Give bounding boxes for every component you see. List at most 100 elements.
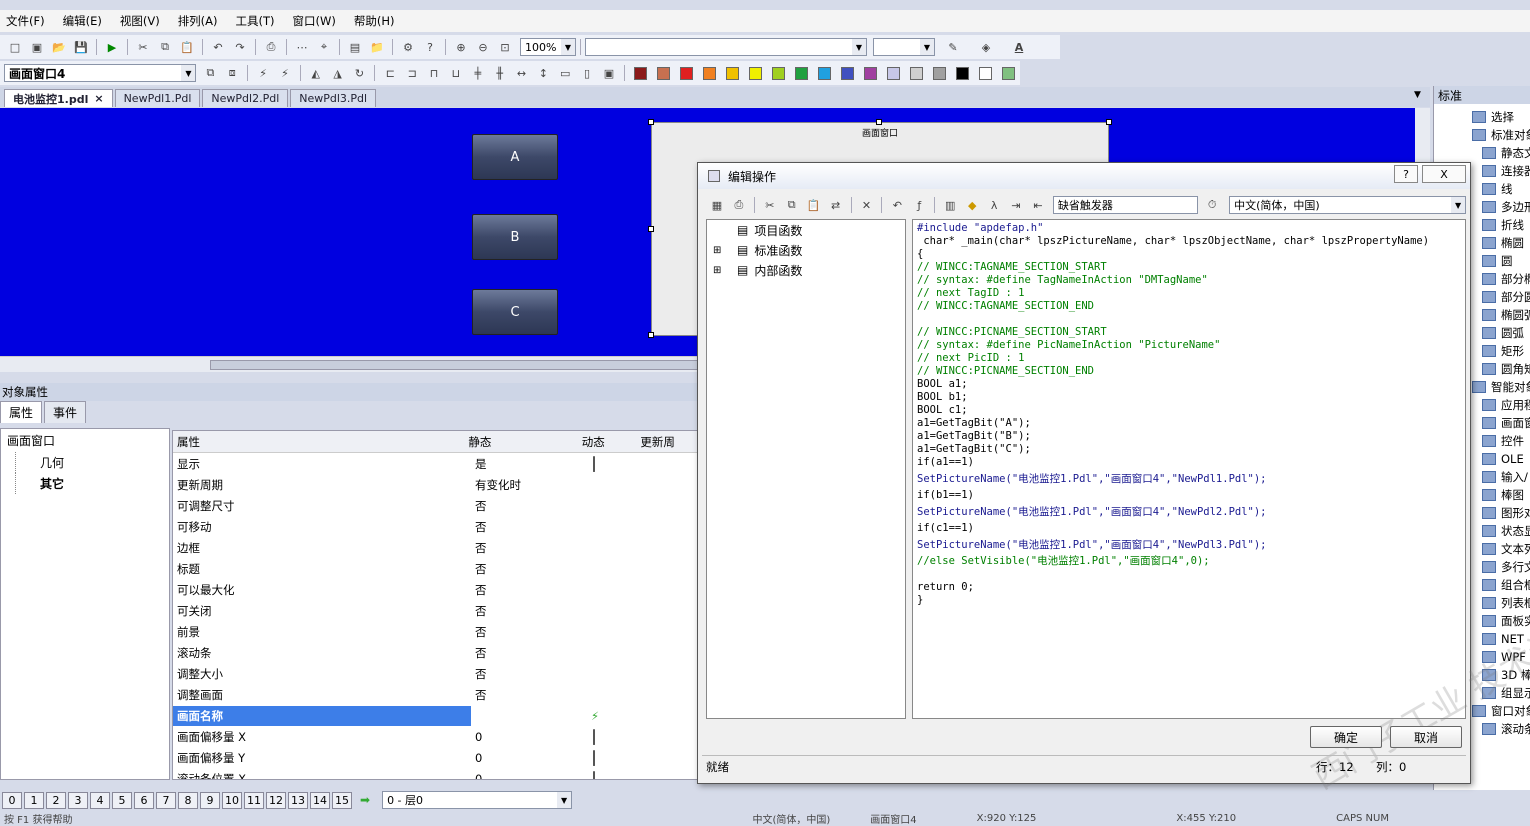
column-header[interactable]: 属性 bbox=[173, 434, 464, 450]
zoom-out-icon[interactable]: ⊖ bbox=[475, 39, 491, 55]
flip-v-icon[interactable]: ◮ bbox=[330, 65, 346, 81]
palette-item[interactable]: 文本列 bbox=[1482, 540, 1530, 558]
clock-icon[interactable]: ⏱ bbox=[1204, 197, 1220, 213]
menu-item[interactable]: 视图(V) bbox=[120, 13, 160, 29]
doc-tab[interactable]: 电池监控1.pdl × bbox=[4, 89, 113, 107]
grid-icon[interactable]: ⋯ bbox=[294, 39, 310, 55]
undo-icon[interactable]: ↶ bbox=[210, 39, 226, 55]
color-swatch[interactable] bbox=[748, 66, 762, 80]
group-icon[interactable]: ⧉ bbox=[202, 65, 218, 81]
rotate-icon[interactable]: ↻ bbox=[352, 65, 368, 81]
palette-item[interactable]: 组显示 bbox=[1482, 684, 1530, 702]
page-button[interactable]: 9 bbox=[200, 791, 220, 809]
tabs-dropdown-icon[interactable]: ▼ bbox=[1414, 90, 1421, 100]
export-icon[interactable]: ⇤ bbox=[1030, 197, 1046, 213]
redo-icon[interactable]: ↷ bbox=[232, 39, 248, 55]
property-static[interactable]: 否 bbox=[471, 603, 591, 619]
format-icon[interactable]: ƒ bbox=[911, 197, 927, 213]
layers-icon[interactable]: ▤ bbox=[347, 39, 363, 55]
button-b[interactable]: B bbox=[472, 214, 558, 260]
property-row[interactable]: 画面名称 ⚡ bbox=[173, 705, 699, 726]
property-static[interactable]: 否 bbox=[471, 540, 591, 556]
color-swatch[interactable] bbox=[817, 66, 831, 80]
color-swatch[interactable] bbox=[771, 66, 785, 80]
resize-handle[interactable] bbox=[648, 332, 654, 338]
button-a[interactable]: A bbox=[472, 134, 558, 180]
palette-item[interactable]: 椭圆弧 bbox=[1482, 306, 1530, 324]
menu-item[interactable]: 编辑(E) bbox=[63, 13, 102, 29]
menu-item[interactable]: 工具(T) bbox=[236, 13, 275, 29]
doc-tab[interactable]: NewPdl2.Pdl bbox=[202, 89, 289, 107]
column-header[interactable]: 动态 bbox=[582, 434, 641, 450]
property-dynamic[interactable] bbox=[591, 728, 651, 745]
palette-item[interactable]: 静态文 bbox=[1482, 144, 1530, 162]
palette-item[interactable]: 组合框 bbox=[1482, 576, 1530, 594]
font-size-select[interactable]: ▼ bbox=[873, 38, 935, 56]
tab-properties[interactable]: 属性 bbox=[0, 401, 43, 423]
palette-item[interactable]: 控件 bbox=[1482, 432, 1530, 450]
hscroll-thumb[interactable] bbox=[210, 360, 710, 370]
property-row[interactable]: 可调整尺寸 否 bbox=[173, 495, 699, 516]
tree-root[interactable]: 画面窗口 bbox=[1, 429, 169, 452]
run-icon[interactable]: ▶ bbox=[104, 39, 120, 55]
page-button[interactable]: 13 bbox=[288, 791, 308, 809]
palette-item[interactable]: 连接器 bbox=[1482, 162, 1530, 180]
language-select[interactable]: 中文(简体，中国) ▼ bbox=[1229, 196, 1467, 214]
page-button[interactable]: 4 bbox=[90, 791, 110, 809]
property-row[interactable]: 显示 是 bbox=[173, 453, 699, 474]
property-static[interactable]: 否 bbox=[471, 498, 591, 514]
paste-icon[interactable]: 📋 bbox=[806, 197, 822, 213]
space-v-icon[interactable]: ↕ bbox=[535, 65, 551, 81]
color-swatch[interactable] bbox=[886, 66, 900, 80]
space-h-icon[interactable]: ↔ bbox=[514, 65, 530, 81]
snap-icon[interactable]: ⌖ bbox=[316, 39, 332, 55]
property-dynamic[interactable] bbox=[591, 749, 651, 766]
tree-item-other[interactable]: 其它 bbox=[15, 473, 169, 494]
color-swatch[interactable] bbox=[679, 66, 693, 80]
palette-item[interactable]: 列表框 bbox=[1482, 594, 1530, 612]
color-swatch[interactable] bbox=[955, 66, 969, 80]
function-folder[interactable]: ▤ 内部函数 ⊞ bbox=[707, 260, 905, 280]
property-dynamic[interactable]: ⚡ bbox=[591, 709, 651, 723]
palette-item[interactable]: WPF bbox=[1482, 648, 1530, 666]
menu-item[interactable]: 文件(F) bbox=[6, 13, 45, 29]
column-header[interactable]: 更新周 bbox=[640, 434, 699, 450]
tab-events[interactable]: 事件 bbox=[44, 401, 87, 423]
tag-icon[interactable]: ▥ bbox=[942, 197, 958, 213]
property-row[interactable]: 调整画面 否 bbox=[173, 684, 699, 705]
palette-item[interactable]: 线 bbox=[1482, 180, 1530, 198]
page-button[interactable]: 11 bbox=[244, 791, 264, 809]
cut-icon[interactable]: ✂ bbox=[135, 39, 151, 55]
doc-tab[interactable]: NewPdl1.Pdl bbox=[114, 89, 201, 107]
resize-handle[interactable] bbox=[1106, 119, 1112, 125]
resize-handle[interactable] bbox=[876, 119, 882, 125]
palette-item[interactable]: 选择 bbox=[1472, 108, 1530, 126]
print-icon[interactable]: ⎙ bbox=[263, 39, 279, 55]
color-swatch[interactable] bbox=[1001, 66, 1015, 80]
font-color-icon[interactable]: A bbox=[1011, 39, 1027, 55]
page-button[interactable]: 3 bbox=[68, 791, 88, 809]
trigger-select[interactable]: 缺省触发器 bbox=[1052, 196, 1199, 214]
property-static[interactable]: 否 bbox=[471, 666, 591, 682]
layer-select[interactable]: 0 - 层0 ▼ bbox=[382, 791, 573, 809]
align-top-icon[interactable]: ⊓ bbox=[426, 65, 442, 81]
color-swatch[interactable] bbox=[840, 66, 854, 80]
open-icon[interactable]: 📂 bbox=[51, 39, 67, 55]
property-row[interactable]: 画面偏移量 X 0 bbox=[173, 726, 699, 747]
property-dynamic[interactable] bbox=[591, 455, 651, 472]
cube-icon[interactable]: ◆ bbox=[964, 197, 980, 213]
property-static[interactable]: 0 bbox=[471, 751, 591, 765]
ok-button[interactable]: 确定 bbox=[1310, 726, 1382, 748]
property-row[interactable]: 调整大小 否 bbox=[173, 663, 699, 684]
palette-item[interactable]: 圆弧 bbox=[1482, 324, 1530, 342]
zoom-select[interactable]: 100% ▼ bbox=[520, 38, 576, 56]
tree-item-geometry[interactable]: 几何 bbox=[15, 452, 169, 473]
palette-item[interactable]: 标准对象 bbox=[1472, 126, 1530, 144]
palette-item[interactable]: 滚动条 bbox=[1482, 720, 1530, 738]
close-icon[interactable]: × bbox=[94, 92, 103, 105]
palette-item[interactable]: 部分椭 bbox=[1482, 270, 1530, 288]
color-swatch[interactable] bbox=[633, 66, 647, 80]
align-bottom-icon[interactable]: ⊔ bbox=[448, 65, 464, 81]
palette-item[interactable]: 多边形 bbox=[1482, 198, 1530, 216]
property-static[interactable]: 否 bbox=[471, 561, 591, 577]
